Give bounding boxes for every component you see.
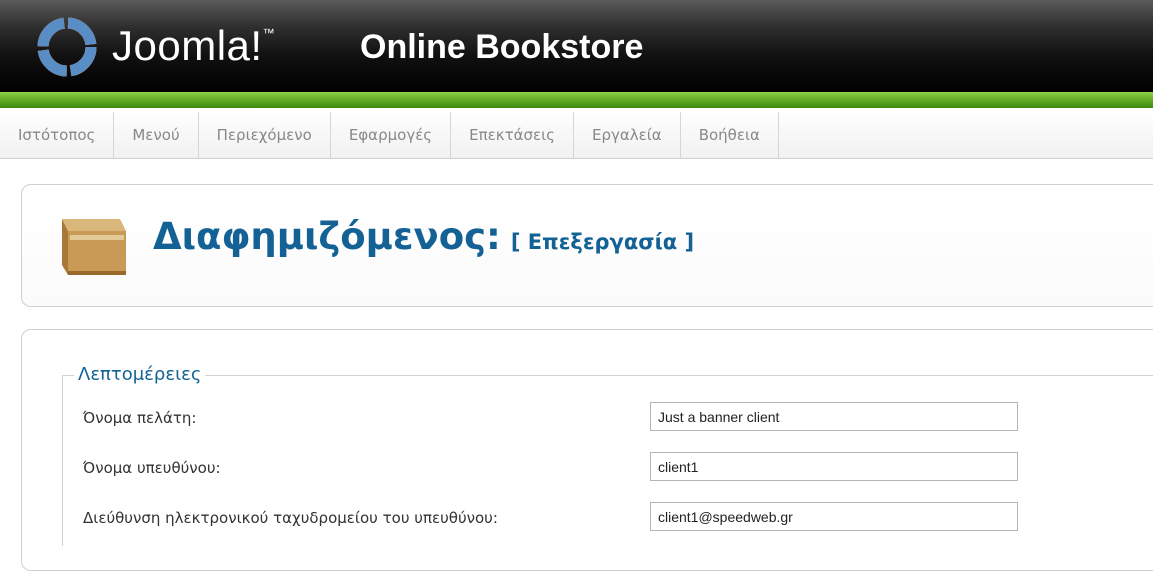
menu-item-components[interactable]: Εφαρμογές	[331, 112, 452, 158]
client-name-label: Όνομα πελάτη:	[83, 409, 197, 427]
menu-item-help[interactable]: Βοήθεια	[681, 112, 779, 158]
client-name-field[interactable]	[650, 402, 1018, 431]
header-accent-stripe	[0, 92, 1153, 108]
details-legend: Λεπτομέρειες	[74, 364, 206, 385]
menu-item-content[interactable]: Περιεχόμενο	[199, 112, 331, 158]
page-subtitle: [ Επεξεργασία ]	[510, 230, 695, 254]
joomla-logo-icon	[32, 12, 102, 82]
menu-item-site[interactable]: Ιστότοπος	[0, 112, 115, 158]
menu-item-tools[interactable]: Εργαλεία	[574, 112, 681, 158]
contact-email-field[interactable]	[650, 502, 1018, 531]
toolbar-box: Διαφημιζόμενος: [ Επεξεργασία ]	[21, 184, 1153, 307]
contact-name-label: Όνομα υπευθύνου:	[83, 459, 221, 477]
page-title: Διαφημιζόμενος: [ Επεξεργασία ]	[153, 215, 694, 258]
menu-item-extensions[interactable]: Επεκτάσεις	[451, 112, 574, 158]
admin-header: Joomla!™ Online Bookstore	[0, 0, 1153, 92]
page-title-text: Διαφημιζόμενος:	[153, 215, 501, 258]
joomla-brand: Joomla!™	[112, 22, 275, 70]
site-title: Online Bookstore	[360, 28, 644, 66]
trademark-mark: ™	[262, 26, 276, 40]
menu-item-menus[interactable]: Μενού	[114, 112, 199, 158]
contact-name-field[interactable]	[650, 452, 1018, 481]
contact-email-label: Διεύθυνση ηλεκτρονικού ταχυδρομείου του …	[83, 509, 498, 527]
content-box: Λεπτομέρειες Όνομα πελάτη: Όνομα υπευθύν…	[21, 329, 1153, 571]
admin-menubar: Ιστότοπος Μενού Περιεχόμενο Εφαρμογές Επ…	[0, 112, 1153, 159]
details-fieldset: Λεπτομέρειες Όνομα πελάτη: Όνομα υπευθύν…	[62, 364, 1153, 546]
brand-text: Joomla!	[112, 22, 263, 69]
banner-client-box-icon	[56, 205, 130, 281]
